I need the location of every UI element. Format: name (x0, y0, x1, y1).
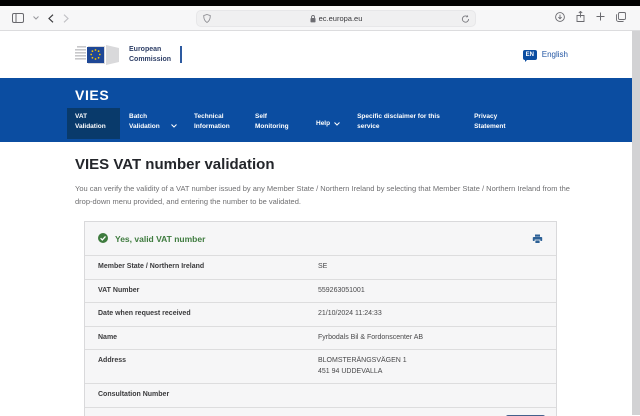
table-row: Name Fyrbodals Bil & Fordonscenter AB (85, 326, 556, 350)
share-icon[interactable] (576, 11, 585, 22)
row-label: Member State / Northern Ireland (98, 262, 318, 273)
nav-help[interactable]: Help (316, 108, 340, 139)
language-label: English (542, 50, 568, 59)
ec-flag-icon (75, 42, 123, 68)
reload-icon[interactable] (461, 14, 470, 26)
nav-specific-disclaimer[interactable]: Specific disclaimer for this service (357, 108, 457, 139)
row-label: VAT Number (98, 286, 318, 297)
card-footer: Back (85, 407, 556, 416)
logo-line1: European (129, 45, 171, 54)
nav-technical-information[interactable]: Technical Information (194, 108, 238, 139)
row-value: SE (318, 262, 327, 273)
row-label: Address (98, 356, 318, 367)
page-description: You can verify the validity of a VAT num… (75, 182, 575, 208)
row-label: Name (98, 333, 318, 344)
row-label: Date when request received (98, 309, 318, 320)
screen: ec.europa.eu (0, 0, 640, 416)
table-row: Consultation Number (85, 383, 556, 407)
vies-title: VIES (75, 78, 640, 103)
vies-banner: VIES VAT Validation Batch Validation Tec… (0, 78, 640, 142)
page-body: European Commission EN English VIES VAT … (0, 31, 640, 415)
row-value: Fyrbodals Bil & Fordonscenter AB (318, 333, 423, 344)
page-title: VIES VAT number validation (75, 156, 575, 173)
sidebar-icon[interactable] (12, 13, 24, 23)
nav-batch-validation[interactable]: Batch Validation (129, 108, 177, 139)
row-label: Consultation Number (98, 390, 318, 401)
main-content: VIES VAT number validation You can verif… (0, 142, 640, 416)
row-value: BLOMSTERÄNGSVÄGEN 1 451 94 UDDEVALLA (318, 356, 407, 377)
chevron-down-icon (334, 120, 340, 130)
back-icon[interactable] (48, 14, 54, 23)
nav-privacy-statement[interactable]: Privacy Statement (474, 108, 510, 139)
print-icon[interactable] (532, 234, 543, 244)
row-value: 21/10/2024 11:24:33 (318, 309, 382, 320)
tab-overview-icon[interactable] (616, 12, 626, 22)
window-edge (632, 31, 640, 415)
lock-icon (310, 15, 316, 23)
chevron-down-icon (171, 122, 177, 132)
main-nav: VAT Validation Batch Validation Technica… (75, 108, 640, 139)
row-value: 559263051001 (318, 286, 365, 297)
logo-line2: Commission (129, 55, 171, 64)
status-text: Yes, valid VAT number (115, 234, 205, 244)
new-tab-icon[interactable] (596, 12, 605, 21)
site-header: European Commission EN English (0, 31, 640, 78)
url-text: ec.europa.eu (319, 14, 363, 23)
table-row: Address BLOMSTERÄNGSVÄGEN 1 451 94 UDDEV… (85, 349, 556, 383)
logo-bar (180, 46, 182, 63)
table-row: VAT Number 559263051001 (85, 279, 556, 303)
table-row: Member State / Northern Ireland SE (85, 255, 556, 279)
privacy-shield-icon[interactable] (203, 14, 211, 25)
nav-self-monitoring[interactable]: Self Monitoring (255, 108, 299, 139)
chevron-down-icon[interactable] (33, 16, 39, 20)
language-selector[interactable]: EN English (523, 50, 568, 60)
result-header: Yes, valid VAT number (85, 222, 556, 255)
browser-toolbar: ec.europa.eu (0, 6, 640, 31)
forward-icon[interactable] (63, 14, 69, 23)
valid-check-icon (98, 230, 108, 248)
downloads-icon[interactable] (555, 12, 565, 22)
validation-result-card: Yes, valid VAT number Member State / Nor… (84, 221, 557, 416)
european-commission-logo[interactable]: European Commission (75, 42, 182, 68)
address-bar[interactable]: ec.europa.eu (196, 10, 476, 27)
language-badge: EN (523, 50, 537, 60)
nav-vat-validation[interactable]: VAT Validation (67, 108, 120, 139)
table-row: Date when request received 21/10/2024 11… (85, 302, 556, 326)
